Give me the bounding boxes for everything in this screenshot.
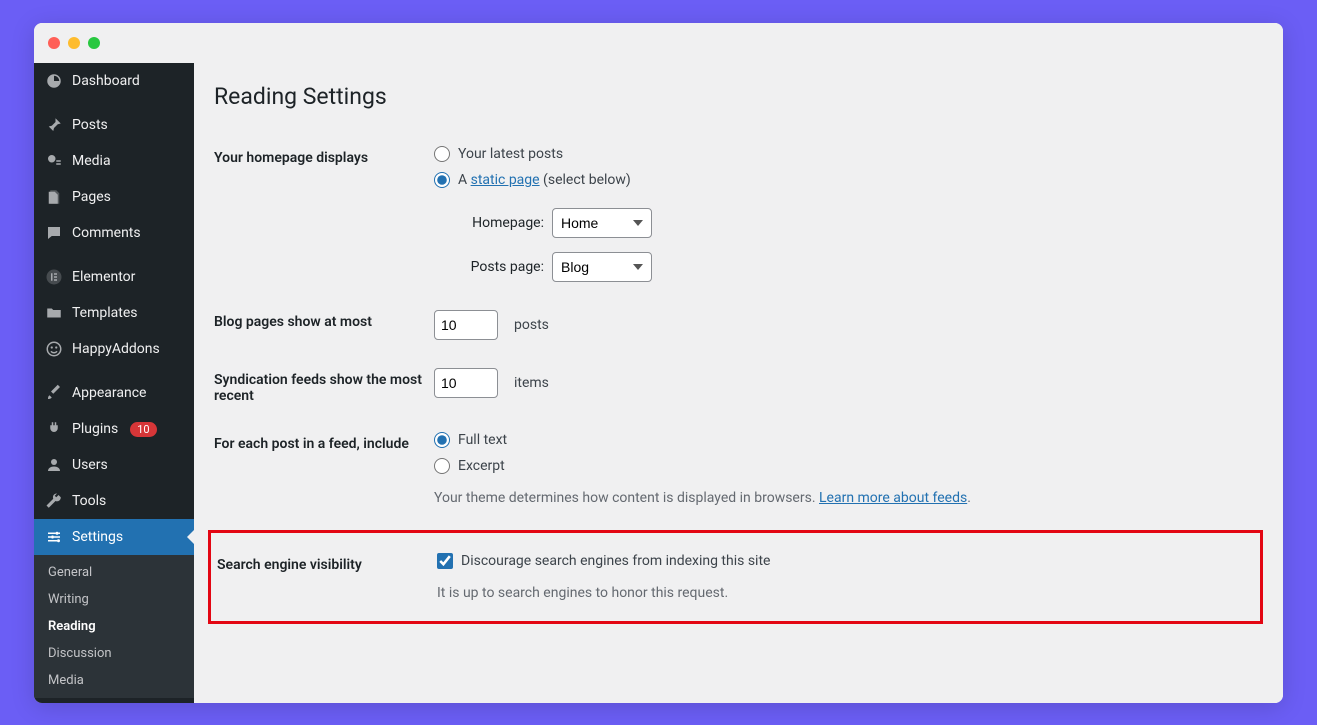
sidebar-item-templates[interactable]: Templates	[34, 295, 194, 331]
sidebar-item-label: Settings	[72, 529, 123, 545]
row-syndication: Syndication feeds show the most recent i…	[214, 354, 1263, 418]
sidebar-item-users[interactable]: Users	[34, 447, 194, 483]
sidebar-item-label: Plugins	[72, 421, 118, 437]
label-feed-content: For each post in a feed, include	[214, 432, 434, 452]
sidebar-item-label: Templates	[72, 305, 138, 321]
radio-latest-posts[interactable]: Your latest posts	[434, 146, 1263, 162]
sidebar-item-label: Users	[72, 457, 108, 473]
row-homepage-displays: Your homepage displays Your latest posts…	[214, 132, 1263, 296]
sidebar-item-posts[interactable]: Posts	[34, 107, 194, 143]
sidebar-item-settings[interactable]: Settings	[34, 519, 194, 555]
sidebar-item-label: Comments	[72, 225, 141, 241]
label-homepage-select: Homepage:	[458, 215, 544, 231]
titlebar	[34, 23, 1283, 63]
feed-description: Your theme determines how content is dis…	[434, 490, 1263, 506]
label-homepage-displays: Your homepage displays	[214, 146, 434, 166]
radio-static-page-input[interactable]	[434, 172, 450, 188]
brush-icon	[44, 383, 64, 403]
user-icon	[44, 455, 64, 475]
highlight-search-visibility: Search engine visibility Discourage sear…	[208, 530, 1263, 624]
select-homepage[interactable]: Home	[552, 208, 652, 238]
sub-item-reading[interactable]: Reading	[34, 613, 194, 640]
pin-icon	[44, 115, 64, 135]
input-syndication[interactable]	[434, 368, 498, 398]
sidebar-item-label: Elementor	[72, 269, 135, 285]
row-postspage-select: Posts page: Blog	[458, 252, 1263, 282]
radio-latest-posts-input[interactable]	[434, 146, 450, 162]
elementor-icon	[44, 267, 64, 287]
sidebar-item-dashboard[interactable]: Dashboard	[34, 63, 194, 99]
radio-excerpt-input[interactable]	[434, 458, 450, 474]
plug-icon	[44, 419, 64, 439]
plugins-update-badge: 10	[130, 422, 156, 437]
folder-icon	[44, 303, 64, 323]
unit-items: items	[514, 375, 549, 391]
radio-full-text-input[interactable]	[434, 432, 450, 448]
radio-excerpt-label: Excerpt	[458, 458, 505, 474]
radio-excerpt[interactable]: Excerpt	[434, 458, 1263, 474]
learn-more-feeds-link[interactable]: Learn more about feeds	[819, 490, 967, 506]
label-blog-pages: Blog pages show at most	[214, 310, 434, 330]
label-syndication: Syndication feeds show the most recent	[214, 368, 434, 404]
main-content: Reading Settings Your homepage displays …	[194, 63, 1283, 703]
sidebar-item-label: Media	[72, 153, 111, 169]
sev-description: It is up to search engines to honor this…	[437, 585, 1242, 601]
app-body: Dashboard Posts Media Pages Comments	[34, 63, 1283, 703]
sub-item-general[interactable]: General	[34, 559, 194, 586]
radio-full-text[interactable]: Full text	[434, 432, 1263, 448]
media-icon	[44, 151, 64, 171]
settings-submenu: General Writing Reading Discussion Media	[34, 555, 194, 698]
sliders-icon	[44, 527, 64, 547]
pages-icon	[44, 187, 64, 207]
sidebar-item-label: Dashboard	[72, 73, 140, 89]
label-postspage-select: Posts page:	[458, 259, 544, 275]
label-search-visibility: Search engine visibility	[217, 553, 437, 573]
sidebar-item-media[interactable]: Media	[34, 143, 194, 179]
radio-full-text-label: Full text	[458, 432, 507, 448]
wrench-icon	[44, 491, 64, 511]
smile-icon	[44, 339, 64, 359]
browser-window: Dashboard Posts Media Pages Comments	[34, 23, 1283, 703]
row-search-visibility: Search engine visibility Discourage sear…	[211, 547, 1242, 607]
sidebar-item-elementor[interactable]: Elementor	[34, 259, 194, 295]
comment-icon	[44, 223, 64, 243]
checkbox-discourage[interactable]: Discourage search engines from indexing …	[437, 553, 1242, 569]
sub-item-media[interactable]: Media	[34, 667, 194, 694]
sidebar-item-plugins[interactable]: Plugins 10	[34, 411, 194, 447]
row-homepage-select: Homepage: Home	[458, 208, 1263, 238]
checkbox-discourage-label: Discourage search engines from indexing …	[461, 553, 770, 569]
page-title: Reading Settings	[214, 83, 1263, 110]
sub-item-discussion[interactable]: Discussion	[34, 640, 194, 667]
radio-latest-posts-label: Your latest posts	[458, 146, 563, 162]
unit-posts: posts	[514, 317, 549, 333]
select-postspage[interactable]: Blog	[552, 252, 652, 282]
minimize-window-icon[interactable]	[68, 37, 80, 49]
radio-static-page[interactable]: A static page (select below)	[434, 172, 1263, 188]
row-blog-pages: Blog pages show at most posts	[214, 296, 1263, 354]
sidebar-item-happyaddons[interactable]: HappyAddons	[34, 331, 194, 367]
admin-sidebar: Dashboard Posts Media Pages Comments	[34, 63, 194, 703]
sidebar-item-label: Tools	[72, 493, 106, 509]
sub-item-writing[interactable]: Writing	[34, 586, 194, 613]
maximize-window-icon[interactable]	[88, 37, 100, 49]
sidebar-item-label: Appearance	[72, 385, 146, 401]
sidebar-item-appearance[interactable]: Appearance	[34, 375, 194, 411]
input-blog-pages[interactable]	[434, 310, 498, 340]
radio-static-page-label: A static page (select below)	[458, 172, 631, 188]
static-page-link[interactable]: static page	[471, 172, 540, 188]
close-window-icon[interactable]	[48, 37, 60, 49]
row-feed-content: For each post in a feed, include Full te…	[214, 418, 1263, 520]
sidebar-item-label: Posts	[72, 117, 108, 133]
checkbox-discourage-input[interactable]	[437, 553, 453, 569]
sidebar-item-label: HappyAddons	[72, 341, 160, 357]
sidebar-item-comments[interactable]: Comments	[34, 215, 194, 251]
sidebar-item-pages[interactable]: Pages	[34, 179, 194, 215]
traffic-lights	[48, 37, 100, 49]
dashboard-icon	[44, 71, 64, 91]
sidebar-item-tools[interactable]: Tools	[34, 483, 194, 519]
sidebar-item-label: Pages	[72, 189, 111, 205]
